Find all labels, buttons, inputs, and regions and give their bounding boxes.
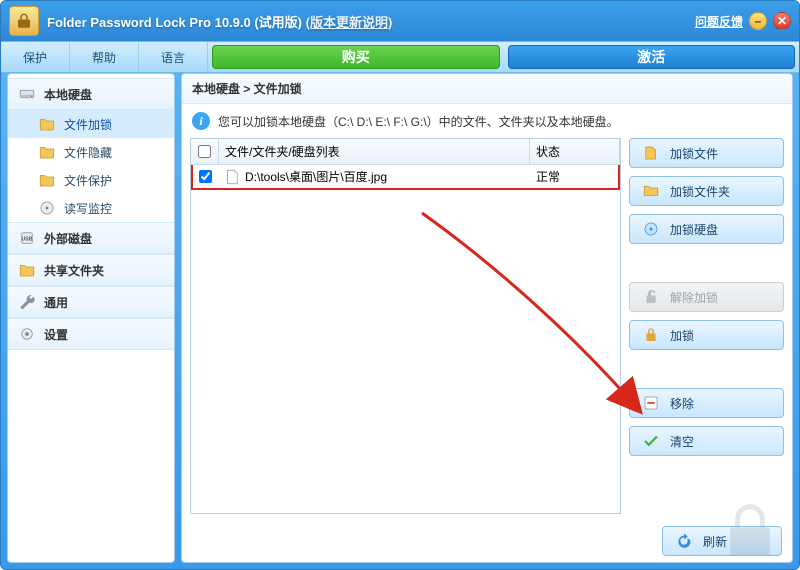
menu-protect[interactable]: 保护 [1, 42, 70, 72]
row-status: 正常 [530, 168, 620, 185]
svg-text:USB: USB [21, 236, 32, 242]
lock-button[interactable]: 加锁 [629, 320, 784, 350]
clear-button[interactable]: 清空 [629, 426, 784, 456]
update-notes-link[interactable]: (版本更新说明) [306, 15, 393, 30]
table-row[interactable]: D:\tools\桌面\图片\百度.jpg 正常 [191, 165, 620, 188]
row-checkbox[interactable] [199, 170, 212, 183]
sidebar-group-general[interactable]: 通用 [8, 286, 174, 318]
sidebar-group-settings[interactable]: 设置 [8, 318, 174, 350]
gear-icon [18, 325, 36, 343]
window-title: Folder Password Lock Pro 10.9.0 (试用版) (版… [47, 12, 392, 31]
lock-file-button[interactable]: 加锁文件 [629, 138, 784, 168]
file-table: 文件/文件夹/硬盘列表 状态 D:\tools\桌面\图片\百度.jpg [190, 138, 621, 514]
unlock-icon [642, 289, 660, 305]
check-icon [642, 433, 660, 449]
remove-button[interactable]: 移除 [629, 388, 784, 418]
row-path: D:\tools\桌面\图片\百度.jpg [245, 168, 387, 185]
usb-icon: USB [18, 229, 36, 247]
sidebar-group-external-disk[interactable]: USB 外部磁盘 [8, 222, 174, 254]
info-icon: i [192, 112, 210, 130]
menu-help[interactable]: 帮助 [70, 42, 139, 72]
app-window: Folder Password Lock Pro 10.9.0 (试用版) (版… [0, 0, 800, 570]
sidebar-item-file-protect[interactable]: 文件保护 [8, 166, 174, 194]
refresh-icon [675, 533, 693, 549]
sidebar-item-file-lock[interactable]: 文件加锁 [8, 110, 174, 138]
minimize-button[interactable]: – [749, 12, 767, 30]
sidebar-item-rw-monitor[interactable]: 读写监控 [8, 194, 174, 222]
disc-icon [38, 199, 56, 217]
file-add-icon [642, 145, 660, 161]
product-name: Folder Password Lock Pro 10.9.0 (试用版) [47, 15, 302, 30]
disk-icon [18, 85, 36, 103]
wrench-icon [18, 293, 36, 311]
sidebar-group-shared-folder[interactable]: 共享文件夹 [8, 254, 174, 286]
menu-language[interactable]: 语言 [139, 42, 208, 72]
lock-icon [642, 327, 660, 343]
main-panel: 本地硬盘 > 文件加锁 i 您可以加锁本地硬盘（C:\ D:\ E:\ F:\ … [181, 73, 793, 563]
app-lock-icon [9, 6, 39, 36]
remove-icon [642, 395, 660, 411]
lock-disk-button[interactable]: 加锁硬盘 [629, 214, 784, 244]
breadcrumb: 本地硬盘 > 文件加锁 [182, 74, 792, 104]
actions-panel: 加锁文件 加锁文件夹 加锁硬盘 解除加锁 [629, 138, 784, 514]
file-icon [223, 170, 241, 184]
lock-folder-button[interactable]: 加锁文件夹 [629, 176, 784, 206]
buy-button[interactable]: 购买 [212, 45, 499, 69]
title-bar: Folder Password Lock Pro 10.9.0 (试用版) (版… [1, 1, 799, 41]
header-path[interactable]: 文件/文件夹/硬盘列表 [219, 139, 530, 164]
disc-add-icon [642, 221, 660, 237]
info-text: 您可以加锁本地硬盘（C:\ D:\ E:\ F:\ G:\）中的文件、文件夹以及… [218, 113, 619, 130]
menu-bar: 保护 帮助 语言 购买 激活 [1, 41, 799, 73]
unlock-button: 解除加锁 [629, 282, 784, 312]
refresh-button[interactable]: 刷新 [662, 526, 782, 556]
sidebar-group-local-disk[interactable]: 本地硬盘 [8, 78, 174, 110]
folder-protect-icon [38, 171, 56, 189]
info-row: i 您可以加锁本地硬盘（C:\ D:\ E:\ F:\ G:\）中的文件、文件夹… [182, 104, 792, 138]
sidebar-item-file-hide[interactable]: 文件隐藏 [8, 138, 174, 166]
feedback-link[interactable]: 问题反馈 [695, 13, 743, 30]
sidebar: 本地硬盘 文件加锁 文件隐藏 文件保护 读写监控 [7, 73, 175, 563]
folder-add-icon [642, 183, 660, 199]
header-checkbox[interactable] [191, 139, 219, 164]
folder-hide-icon [38, 143, 56, 161]
folder-lock-icon [38, 115, 56, 133]
close-button[interactable]: ✕ [773, 12, 791, 30]
activate-button[interactable]: 激活 [508, 45, 795, 69]
header-status[interactable]: 状态 [530, 139, 620, 164]
table-header: 文件/文件夹/硬盘列表 状态 [191, 139, 620, 165]
shared-folder-icon [18, 261, 36, 279]
